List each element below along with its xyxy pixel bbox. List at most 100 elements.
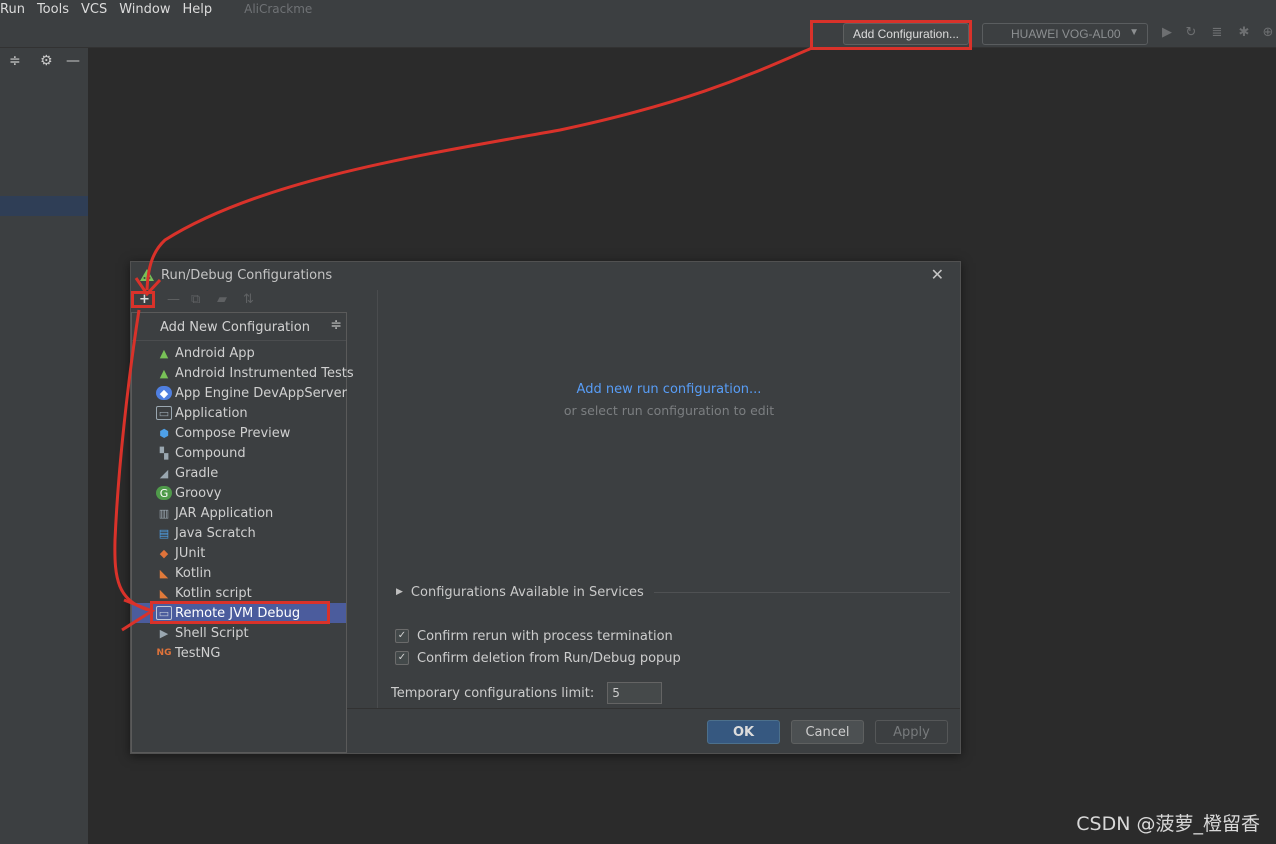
testng-icon: NG <box>156 648 172 658</box>
cancel-button[interactable]: Cancel <box>791 720 864 744</box>
temp-limit-input[interactable]: 5 <box>607 682 663 704</box>
list-item-remote-jvm-debug[interactable]: ▭ Remote JVM Debug <box>132 603 346 623</box>
app-engine-icon: ◆ <box>156 386 172 400</box>
list-item-app-engine[interactable]: ◆ App Engine DevAppServer <box>132 383 347 403</box>
list-item-label: Groovy <box>175 485 222 501</box>
dialog-title: Run/Debug Configurations <box>161 268 333 283</box>
collapse-all-icon[interactable]: ≑ <box>9 53 21 69</box>
debug-icon[interactable]: ✱ <box>1236 25 1252 41</box>
project-name: AliCrackme <box>244 2 313 16</box>
list-item-label: Gradle <box>175 465 219 481</box>
android-test-icon: ▲ <box>159 366 169 380</box>
list-item-kotlin-script[interactable]: ◣ Kotlin script <box>132 583 346 603</box>
expand-triangle-icon[interactable]: ▶ <box>396 587 403 597</box>
list-item-label: TestNG <box>175 645 221 661</box>
list-item-label: Application <box>175 405 248 421</box>
list-item-kotlin[interactable]: ◣ Kotlin <box>132 563 346 583</box>
list-item-label: Compound <box>175 445 246 461</box>
sort-icon[interactable]: ⇅ <box>243 292 254 307</box>
add-icon[interactable]: + <box>139 292 150 307</box>
collapse-icon[interactable]: ≑ <box>330 317 342 333</box>
list-item-junit[interactable]: ◆ JUnit <box>132 543 346 563</box>
confirm-delete-label: Confirm deletion from Run/Debug popup <box>417 650 681 666</box>
list-item-groovy[interactable]: G Groovy <box>132 483 346 503</box>
list-item-label: JAR Application <box>175 505 274 521</box>
list-item-label: Compose Preview <box>175 425 291 441</box>
java-scratch-icon: ▤ <box>158 526 170 540</box>
list-item-testng[interactable]: NG TestNG <box>132 643 346 663</box>
compound-icon: ▚ <box>159 446 169 460</box>
remote-debug-icon: ▭ <box>156 606 172 620</box>
project-panel-header: ≑ ⚙ — <box>0 48 88 76</box>
list-item-label: Remote JVM Debug <box>175 605 301 621</box>
confirm-delete-checkbox[interactable]: ✓ <box>395 651 409 665</box>
list-item-application[interactable]: ▭ Application <box>132 403 346 423</box>
list-item-label: Kotlin <box>175 565 212 581</box>
list-item-label: Shell Script <box>175 625 249 641</box>
kotlin-icon: ◣ <box>159 566 169 580</box>
dialog-toolbar: + — ⧉ ▰ ⇅ <box>133 290 373 312</box>
run-icon[interactable]: ▶ <box>1159 25 1175 41</box>
logcat-icon[interactable]: ≣ <box>1209 25 1225 41</box>
attach-icon[interactable]: ⊕ <box>1260 25 1276 41</box>
popup-title: Add New Configuration <box>160 320 310 335</box>
watermark: CSDN @菠萝_橙留香 <box>1076 813 1260 835</box>
list-item-compound[interactable]: ▚ Compound <box>132 443 346 463</box>
confirm-rerun-checkbox[interactable]: ✓ <box>395 629 409 643</box>
gear-icon[interactable]: ⚙ <box>40 53 53 69</box>
main-toolbar: Add Configuration... HUAWEI VOG-AL00 ▼ ▶… <box>0 18 1276 48</box>
close-icon[interactable]: ✕ <box>931 265 944 284</box>
copy-icon[interactable]: ⧉ <box>191 292 200 307</box>
project-panel: ≑ ⚙ — <box>0 48 88 844</box>
menu-tools[interactable]: Tools <box>31 2 75 17</box>
add-new-config-popup: Add New Configuration ≑ ▲ Android App ▲ … <box>131 312 354 753</box>
application-icon: ▭ <box>156 406 172 420</box>
android-studio-icon <box>140 269 154 281</box>
menu-window[interactable]: Window <box>113 2 176 17</box>
gradle-icon: ◢ <box>159 466 169 480</box>
remove-icon[interactable]: — <box>167 292 180 307</box>
device-selector[interactable]: HUAWEI VOG-AL00 ▼ <box>982 23 1148 45</box>
add-new-config-link[interactable]: Add new run configuration... <box>378 382 960 397</box>
temp-limit-row: Temporary configurations limit: 5 <box>391 682 663 704</box>
confirm-rerun-label: Confirm rerun with process termination <box>417 628 673 644</box>
menu-help[interactable]: Help <box>176 2 218 17</box>
popup-header: Add New Configuration ≑ <box>132 313 346 341</box>
list-item-jar-application[interactable]: ▥ JAR Application <box>132 503 346 523</box>
groovy-icon: G <box>156 486 172 500</box>
list-item-label: Java Scratch <box>175 525 256 541</box>
confirm-rerun-row[interactable]: ✓ Confirm rerun with process termination <box>395 627 673 645</box>
add-configuration-button[interactable]: Add Configuration... <box>843 23 969 45</box>
list-item-java-scratch[interactable]: ▤ Java Scratch <box>132 523 346 543</box>
dialog-titlebar: Run/Debug Configurations ✕ <box>131 262 960 288</box>
kotlin-script-icon: ◣ <box>159 586 169 600</box>
menu-run[interactable]: Run <box>0 2 31 17</box>
minimize-icon[interactable]: — <box>66 53 80 69</box>
divider <box>347 708 960 709</box>
selected-tree-row[interactable] <box>0 196 88 216</box>
junit-icon: ◆ <box>159 546 169 560</box>
list-item-label: App Engine DevAppServer <box>175 385 347 401</box>
confirm-delete-row[interactable]: ✓ Confirm deletion from Run/Debug popup <box>395 649 681 667</box>
device-label: HUAWEI VOG-AL00 <box>1011 27 1121 41</box>
divider <box>653 591 950 593</box>
list-item-label: JUnit <box>175 545 206 561</box>
temp-limit-label: Temporary configurations limit: <box>391 685 595 701</box>
services-section[interactable]: ▶ Configurations Available in Services <box>396 583 960 601</box>
menu-vcs[interactable]: VCS <box>75 2 113 17</box>
rerun-icon[interactable]: ↻ <box>1183 25 1199 41</box>
android-icon: ▲ <box>159 346 169 360</box>
list-item-android-tests[interactable]: ▲ Android Instrumented Tests <box>132 363 354 383</box>
folder-icon[interactable]: ▰ <box>217 292 227 307</box>
select-config-hint: or select run configuration to edit <box>563 403 775 418</box>
config-type-list: ▲ Android App ▲ Android Instrumented Tes… <box>132 343 354 663</box>
list-item-android-app[interactable]: ▲ Android App <box>132 343 346 363</box>
ok-button[interactable]: OK <box>707 720 780 744</box>
list-item-label: Kotlin script <box>175 585 252 601</box>
list-item-shell-script[interactable]: ▶ Shell Script <box>132 623 346 643</box>
list-item-gradle[interactable]: ◢ Gradle <box>132 463 346 483</box>
apply-button[interactable]: Apply <box>875 720 948 744</box>
list-item-compose-preview[interactable]: ⬢ Compose Preview <box>132 423 346 443</box>
jar-icon: ▥ <box>158 506 170 520</box>
list-item-label: Android Instrumented Tests <box>175 365 354 381</box>
